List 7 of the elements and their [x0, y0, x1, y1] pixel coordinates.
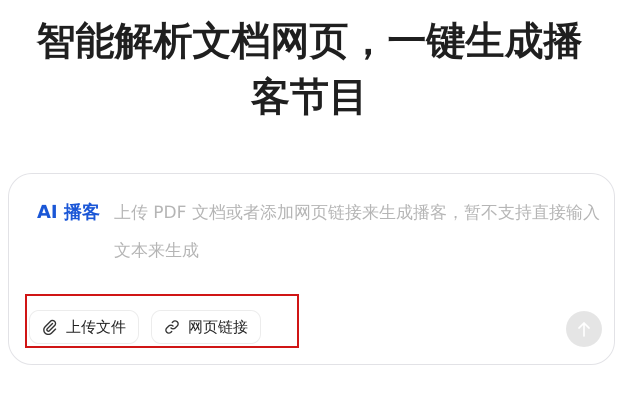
upload-file-button[interactable]: 上传文件 — [29, 310, 139, 344]
mode-label: AI 播客 — [37, 201, 100, 225]
link-icon — [164, 319, 180, 335]
arrow-up-icon — [577, 321, 591, 337]
web-link-button[interactable]: 网页链接 — [151, 310, 261, 344]
page-heading: 智能解析文档网页，一键生成播客节目 — [35, 18, 584, 122]
paperclip-icon — [42, 319, 58, 335]
